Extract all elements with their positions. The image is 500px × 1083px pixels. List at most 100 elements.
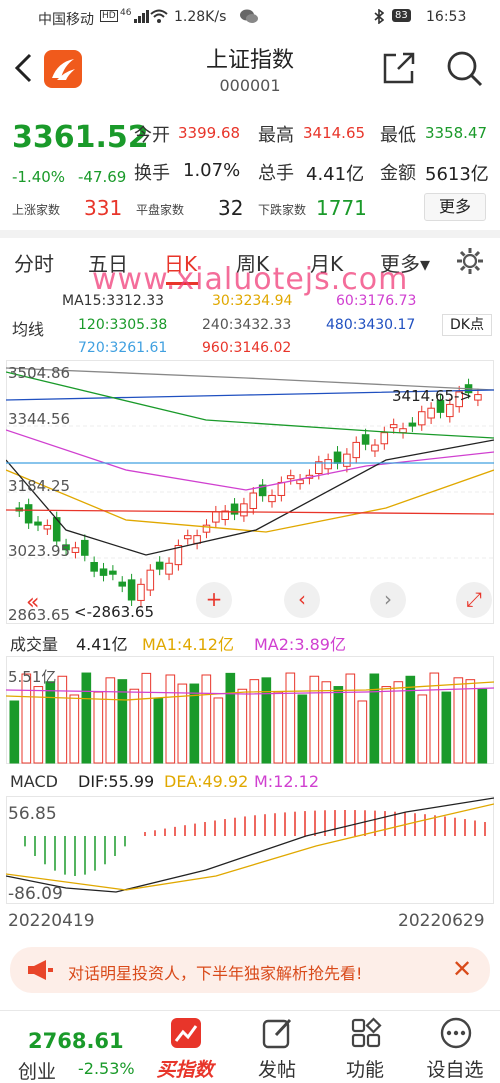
signal-icon <box>134 10 150 27</box>
page-title: 上证指数 <box>205 48 294 73</box>
volume-bar <box>441 691 452 764</box>
flat-count-label: 平盘家数 <box>136 203 185 217</box>
ma15-legend: MA15:3312.33 <box>62 293 165 309</box>
zoom-in-icon[interactable]: + <box>196 582 232 618</box>
volume-bar <box>45 681 56 764</box>
candle-body <box>408 422 417 427</box>
macd-dif: DIF:55.99 <box>78 772 155 791</box>
candle-body <box>43 524 52 530</box>
candle-body <box>371 444 379 452</box>
candle-body <box>71 547 80 553</box>
candle-body <box>165 562 173 575</box>
volume-ma1: MA1:4.12亿 <box>142 635 234 654</box>
more-button[interactable]: 更多 <box>424 193 486 221</box>
change-percent: -1.40% <box>12 168 66 186</box>
wifi-icon <box>150 9 168 27</box>
candle-body <box>118 581 127 587</box>
header: 上证指数 000001 <box>0 34 500 106</box>
volume-bar <box>405 675 416 764</box>
tab-intraday[interactable]: 分时 <box>14 248 54 277</box>
nav-buy-index[interactable]: 买指数 <box>140 1011 230 1083</box>
volume-title[interactable]: 成交量 <box>10 631 58 655</box>
volume-bar <box>141 672 152 764</box>
volume-bar <box>153 697 164 764</box>
candle-body <box>146 569 155 591</box>
candle-body <box>90 561 98 572</box>
candle-body <box>81 539 89 556</box>
candle-body <box>193 535 201 544</box>
ma60-legend: 60:3176.73 <box>336 293 417 309</box>
volume-bar <box>225 672 236 764</box>
down-count: 1771 <box>316 196 367 220</box>
dk-point-button[interactable]: DK点 <box>442 314 492 336</box>
change-value: -47.69 <box>78 168 127 186</box>
hd-badge: HD <box>100 10 118 22</box>
volume-bar <box>33 686 44 764</box>
net-speed: 1.28K/s <box>174 9 227 25</box>
nav-post[interactable]: 发帖 <box>232 1011 322 1083</box>
candle-body <box>446 403 454 418</box>
volume-bar <box>465 679 476 764</box>
candle-body <box>249 492 258 509</box>
low-value: 3358.47 <box>425 124 488 142</box>
current-price: 3361.52 <box>12 120 149 155</box>
ma-title[interactable]: 均线 <box>12 316 44 340</box>
fullscreen-icon[interactable]: ⤢ <box>456 582 492 618</box>
volume-bar <box>477 688 488 764</box>
volume-bar <box>357 700 368 764</box>
clock: 16:53 <box>426 9 467 25</box>
up-count-label: 上涨家数 <box>12 203 61 217</box>
search-icon[interactable] <box>446 50 484 92</box>
nav-post-label: 发帖 <box>257 1059 296 1081</box>
index-ticker[interactable]: 2768.61 创业 -2.53% <box>0 1011 140 1083</box>
volume-y-tick: 5.51亿 <box>8 668 57 686</box>
trend-chart-icon <box>171 1018 201 1048</box>
candle-body <box>343 453 351 467</box>
close-icon[interactable]: ✕ <box>452 955 472 983</box>
carrier-name: 中国移动 <box>38 12 94 28</box>
candle-body <box>427 407 435 419</box>
gear-icon[interactable] <box>455 246 485 280</box>
candle-body <box>296 479 304 485</box>
double-chevron-left-icon[interactable]: « <box>26 590 39 615</box>
up-count: 331 <box>84 196 123 220</box>
nav-watchlist[interactable]: 设自选 <box>410 1011 500 1083</box>
volume-bar <box>309 675 320 764</box>
nav-functions-label: 功能 <box>345 1059 384 1081</box>
ma960-line <box>6 509 494 515</box>
macd-title[interactable]: MACD <box>10 772 58 791</box>
chevron-right-icon[interactable]: › <box>370 582 406 618</box>
nav-watchlist-label: 设自选 <box>426 1059 484 1081</box>
volume-bar <box>69 694 80 764</box>
volume-value: 4.41亿 <box>306 164 365 185</box>
low-label: 最低 <box>380 125 416 146</box>
volume-bar <box>81 672 92 764</box>
ma720-legend: 720:3261.61 <box>78 340 168 356</box>
macd-chart <box>6 796 494 904</box>
candle-body <box>24 504 33 524</box>
ad-banner[interactable]: 对话明星投资人，下半年独家解析抢先看! ✕ <box>10 947 490 993</box>
grid-icon <box>351 1017 382 1048</box>
ticker-value: 2768.61 <box>28 1029 124 1053</box>
nav-functions[interactable]: 功能 <box>320 1011 410 1083</box>
candle-body <box>277 481 286 496</box>
volume-bar <box>321 681 332 764</box>
status-bar: 中国移动 HD 46 1.28K/s 83 16:53 <box>0 0 500 34</box>
chevron-left-icon[interactable]: ‹ <box>284 582 320 618</box>
volume-bar <box>369 673 380 764</box>
ma60-line <box>6 429 494 491</box>
candle-body <box>137 583 145 601</box>
low-annotation: <-2863.65 <box>74 603 155 621</box>
volume-bar <box>21 673 32 764</box>
volume-bar <box>201 674 212 764</box>
candle-body <box>352 441 361 459</box>
open-label: 今开 <box>134 125 170 146</box>
turnover-value: 1.07% <box>183 160 241 181</box>
watermark: www.xialuotejs.com <box>92 262 409 297</box>
battery-icon: 83 <box>392 9 411 22</box>
candle-body <box>361 434 370 445</box>
divider <box>0 230 500 238</box>
share-icon[interactable] <box>382 51 416 89</box>
macd-frame <box>6 796 494 904</box>
candle-body <box>183 535 192 540</box>
